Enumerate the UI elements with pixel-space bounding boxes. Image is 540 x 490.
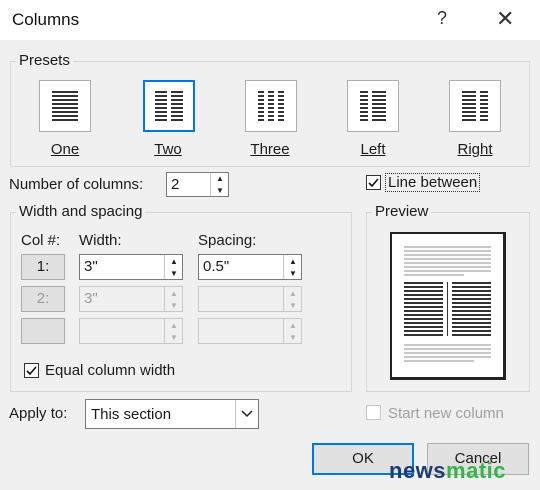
spin-down-icon[interactable]: ▼: [211, 185, 229, 197]
num-columns-label: Number of columns:: [9, 176, 144, 193]
line-between-checkbox[interactable]: [366, 175, 381, 190]
spin-down-icon[interactable]: ▼: [165, 267, 183, 279]
right-column-icon: [462, 91, 488, 121]
preset-two-button[interactable]: [143, 80, 195, 132]
checkmark-icon: [26, 366, 37, 376]
apply-to-label: Apply to:: [9, 405, 68, 422]
dialog-title: Columns: [12, 10, 80, 29]
preset-right-button[interactable]: [449, 80, 501, 132]
checkmark-icon: [368, 178, 379, 188]
preset-two-label: Two: [154, 141, 182, 158]
preview-label: Preview: [372, 203, 432, 220]
spin-up-icon: ▲: [170, 288, 178, 298]
preset-three-label: Three: [250, 141, 290, 158]
col-3-width-stepper: ▲ ▼: [79, 318, 183, 344]
equal-width-checkbox[interactable]: [24, 363, 39, 378]
three-columns-icon: [258, 91, 284, 121]
apply-to-value: This section: [91, 406, 172, 423]
col-3-spacing-stepper: ▲ ▼: [198, 318, 302, 344]
line-between-label[interactable]: Line between: [385, 173, 481, 192]
spin-up-icon: ▲: [289, 288, 297, 298]
spin-down-icon: ▼: [289, 332, 297, 342]
col-number-header: Col #:: [21, 232, 61, 249]
width-spacing-label: Width and spacing: [16, 203, 146, 220]
equal-width-label[interactable]: Equal column width: [45, 362, 175, 379]
one-column-icon: [52, 91, 78, 121]
preset-one-button[interactable]: [39, 80, 91, 132]
spin-down-icon[interactable]: ▼: [284, 267, 302, 279]
newsmatic-watermark-logo: newsmatic: [389, 458, 507, 483]
start-new-column-checkbox: [366, 405, 381, 420]
col-1-spacing-stepper[interactable]: 0.5" ▲ ▼: [198, 254, 302, 280]
spin-up-icon[interactable]: ▲: [284, 255, 302, 267]
spin-down-icon: ▼: [289, 300, 297, 310]
spin-up-icon: ▲: [170, 320, 178, 330]
col-1-width-stepper[interactable]: 3" ▲ ▼: [79, 254, 183, 280]
presets-label: Presets: [16, 52, 73, 69]
spin-up-icon: ▲: [289, 320, 297, 330]
title-bar: [0, 0, 540, 40]
spacing-header: Spacing:: [198, 232, 257, 249]
chevron-down-icon[interactable]: [235, 400, 258, 428]
help-icon[interactable]: ?: [437, 8, 447, 29]
preset-left-button[interactable]: [347, 80, 399, 132]
num-columns-stepper[interactable]: 2 ▲ ▼: [166, 172, 229, 197]
preview-page: [390, 232, 506, 380]
close-icon[interactable]: ✕: [496, 6, 514, 32]
apply-to-select[interactable]: This section: [85, 399, 259, 429]
col-2-width-stepper: 3" ▲ ▼: [79, 286, 183, 312]
preset-right-label: Right: [457, 141, 493, 158]
spin-down-icon: ▼: [170, 300, 178, 310]
spin-up-icon[interactable]: ▲: [211, 173, 229, 185]
spin-down-icon: ▼: [170, 332, 178, 342]
preset-three-button[interactable]: [245, 80, 297, 132]
two-columns-icon: [155, 91, 183, 121]
col-2-spacing-stepper: ▲ ▼: [198, 286, 302, 312]
col-3-button: [21, 318, 65, 344]
col-1-button[interactable]: 1:: [21, 254, 65, 280]
width-header: Width:: [79, 232, 122, 249]
preset-left-label: Left: [360, 141, 386, 158]
preview-page-icon: [404, 246, 491, 362]
left-column-icon: [360, 91, 386, 121]
col-2-button: 2:: [21, 286, 65, 312]
num-columns-value: 2: [171, 176, 180, 193]
preset-one-label: One: [50, 141, 80, 158]
start-new-column-label: Start new column: [388, 405, 504, 422]
spin-up-icon[interactable]: ▲: [165, 255, 183, 267]
